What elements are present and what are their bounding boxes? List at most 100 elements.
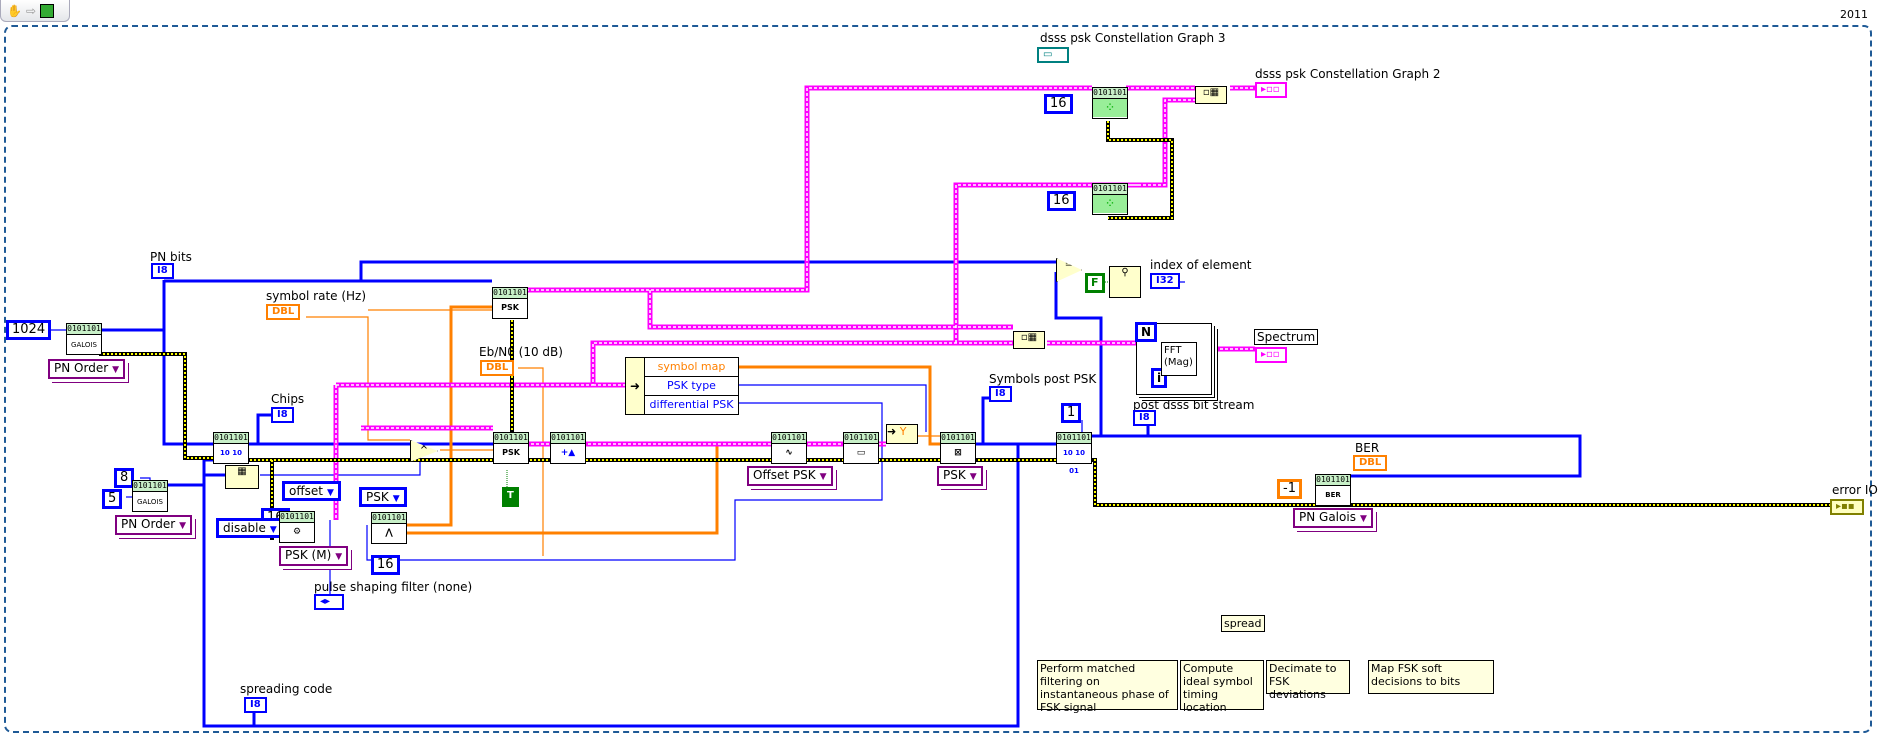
build-array-primitive[interactable]: ▫▦ [1195, 86, 1227, 104]
pn-galois-ring[interactable]: PN Galois ▼ [1293, 508, 1373, 528]
eb-n0-control[interactable]: DBL [480, 360, 515, 376]
pn-bits-indicator[interactable]: I8 [151, 263, 174, 279]
chips-label: Chips [271, 392, 305, 406]
vi-glyph: BER [1325, 491, 1341, 499]
constellation-icon: ⁘ [1093, 99, 1127, 117]
spectrum-indicator[interactable]: ▸▫▫ [1255, 347, 1287, 363]
offset-ring[interactable]: offset ▼ [282, 481, 341, 501]
psk-modulate-vi[interactable]: 0101101 PSK [492, 287, 528, 319]
params-icon: ⚙ [292, 527, 302, 537]
psk-enum[interactable]: PSK ▼ [359, 487, 407, 507]
pulse-shaping-filter-vi[interactable]: 0101101 ⋀ [371, 512, 407, 544]
filter-icon: ⋀ [385, 528, 393, 538]
comment-spread: spread [1221, 615, 1265, 632]
pn-order-ring[interactable]: PN Order ▼ [48, 359, 126, 379]
vi-glyph: PSK [501, 303, 519, 312]
comment-symbol-timing: Compute ideal symbol timing location [1180, 660, 1264, 714]
ring-value: disable [223, 521, 266, 535]
constant-1024[interactable]: 1024 [6, 320, 52, 340]
noise-icon: +▲ [560, 448, 576, 458]
ring-value: PN Galois [1299, 510, 1356, 524]
vi-header: 0101101 [551, 433, 585, 444]
chips-indicator[interactable]: I8 [271, 407, 294, 423]
ring-value: PSK [943, 468, 966, 482]
add-noise-vi[interactable]: 0101101 +▲ [550, 432, 586, 464]
false-constant[interactable]: F [1085, 273, 1105, 293]
symbols-post-psk-indicator[interactable]: I8 [989, 386, 1012, 402]
symbol-rate-label: symbol rate (Hz) [266, 289, 367, 303]
vi-header: 0101101 [494, 433, 528, 444]
vi-header: 0101101 [493, 288, 527, 299]
const-graph-2-indicator[interactable]: ▸▫▫ [1255, 82, 1287, 98]
unbundle-by-name[interactable]: ➜ Y [886, 424, 918, 444]
demod-icon: ∿ [785, 448, 793, 458]
comment-decimate: Decimate to FSK deviations [1266, 660, 1350, 701]
pn-galois-generator-vi[interactable]: 0101101 GALOIS [132, 480, 168, 512]
dropdown-arrow-icon: ▼ [112, 365, 120, 375]
constant-16[interactable]: 16 [1044, 94, 1073, 114]
map-icon: ⊠ [954, 448, 962, 458]
pn-galois-generator-vi[interactable]: 0101101 GALOIS [66, 323, 102, 355]
constant-1[interactable]: 1 [1061, 403, 1082, 423]
comment-map-bits: Map FSK soft decisions to bits [1368, 660, 1494, 694]
generate-system-params-vi[interactable]: 0101101 ⚙ [279, 511, 315, 543]
error-io-label: error IO [1832, 483, 1878, 497]
ber-indicator[interactable]: DBL [1353, 455, 1388, 471]
vi-header: 0101101 [67, 324, 101, 335]
array-size-primitive[interactable]: ▦ [225, 465, 259, 489]
ring-value: offset [289, 484, 323, 498]
map-symbols-to-bits-vi[interactable]: 0101101 ⊠ [940, 432, 976, 464]
offset-psk-ring[interactable]: Offset PSK ▼ [747, 466, 833, 486]
fft-mag-vi[interactable]: FFT (Mag) [1161, 342, 1197, 376]
params-icon: ▭ [856, 448, 866, 458]
constant-minus-1[interactable]: -1 [1277, 479, 1302, 499]
comment-matched-filter: Perform matched filtering on instantaneo… [1037, 660, 1178, 714]
dropdown-arrow-icon: ▼ [326, 488, 334, 498]
post-dsss-indicator[interactable]: I8 [1133, 410, 1156, 426]
constellation-vi[interactable]: 0101101 ⁘ [1092, 87, 1128, 119]
psk-m-ring[interactable]: PSK (M) ▼ [279, 546, 349, 566]
disable-enum[interactable]: disable ▼ [216, 518, 284, 538]
symbol-rate-control[interactable]: DBL [266, 304, 301, 320]
constant-5[interactable]: 5 [102, 489, 123, 509]
ring-value: Offset PSK [753, 468, 816, 482]
true-constant[interactable]: T [502, 487, 519, 507]
vi-header: 0101101 [1057, 433, 1091, 444]
psk-params-unbundle[interactable]: ➜ symbol map PSK type differential PSK [625, 357, 739, 415]
eb-n0-label: Eb/N0 (10 dB) [479, 345, 563, 359]
constant-16[interactable]: 16 [1047, 191, 1076, 211]
pn-order-ring[interactable]: PN Order ▼ [115, 515, 193, 535]
vi-header: 0101101 [941, 433, 975, 444]
constant-16[interactable]: 16 [371, 555, 400, 575]
psk-demodulate-vi[interactable]: 0101101 ∿ [771, 432, 807, 464]
vi-header: 0101101 [372, 513, 406, 524]
constellation-vi[interactable]: 0101101 ⁘ [1092, 183, 1128, 215]
dropdown-arrow-icon: ▼ [819, 472, 827, 482]
wires [40, 85, 1830, 728]
vi-glyph: PSK [502, 448, 520, 457]
dropdown-arrow-icon: ▼ [969, 472, 977, 482]
ber-calc-vi[interactable]: 0101101 BER [1315, 474, 1351, 506]
vi-header: 0101101 [133, 481, 167, 492]
error-io-indicator[interactable]: ▸▪▪ [1830, 499, 1864, 515]
loop-count-terminal: N [1135, 322, 1158, 342]
psk-modulate-vi[interactable]: 0101101 PSK [493, 432, 529, 464]
vi-header: 0101101 [214, 433, 248, 444]
const-graph-3-control[interactable]: ▭ [1037, 47, 1069, 63]
build-array-primitive[interactable]: ▫▦ [1013, 331, 1045, 349]
pulse-shaping-control[interactable]: ◂▸ [314, 594, 344, 610]
dsss-despread-vi[interactable]: 0101101 10 10 01 [1056, 432, 1092, 475]
ring-value: PSK [366, 490, 389, 504]
vi-glyph: GALOIS [137, 498, 163, 506]
dropdown-arrow-icon: ▼ [1359, 514, 1367, 524]
index-of-element-indicator[interactable]: I32 [1150, 273, 1180, 289]
dsss-spread-vi[interactable]: 010110110 10 01 [213, 432, 249, 475]
spreading-code-indicator[interactable]: I8 [244, 697, 267, 713]
generate-system-params-vi[interactable]: 0101101 ▭ [843, 432, 879, 464]
psk-ring[interactable]: PSK ▼ [937, 466, 983, 486]
for-loop[interactable]: N i FFT (Mag) [1135, 322, 1212, 395]
vi-header: 0101101 [772, 433, 806, 444]
ber-label: BER [1355, 441, 1380, 455]
search-array-primitive[interactable]: ⚲ [1109, 266, 1141, 298]
vi-header: 0101101 [1093, 88, 1127, 99]
